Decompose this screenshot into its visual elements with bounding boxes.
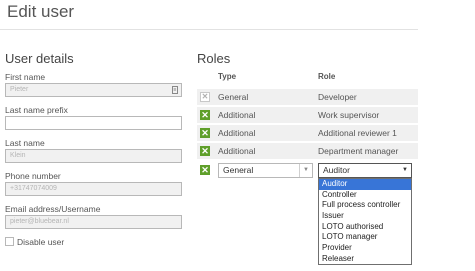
first-name-label: First name xyxy=(5,72,46,82)
user-details-section-title: User details xyxy=(5,51,74,66)
dropdown-option[interactable]: Full process controller xyxy=(319,200,411,211)
remove-x-icon[interactable]: ✕ xyxy=(200,165,210,175)
remove-x-icon: ✕ xyxy=(200,92,210,102)
remove-x-icon[interactable]: ✕ xyxy=(200,128,210,138)
email-field[interactable]: pieter@bluebear.nl xyxy=(5,215,182,229)
dropdown-option[interactable]: LOTO manager xyxy=(319,232,411,243)
dropdown-option[interactable]: Controller xyxy=(319,190,411,201)
first-name-field[interactable]: Pieter ≡ xyxy=(5,83,182,97)
last-name-prefix-label: Last name prefix xyxy=(5,105,68,115)
role-row: ✕ General Developer xyxy=(197,89,418,105)
role-row: ✕ Additional Department manager xyxy=(197,143,418,159)
email-value: pieter@bluebear.nl xyxy=(10,218,69,225)
remove-x-icon[interactable]: ✕ xyxy=(200,110,210,120)
dropdown-option[interactable]: Releaser xyxy=(319,254,411,265)
page-title: Edit user xyxy=(7,2,75,21)
phone-number-label: Phone number xyxy=(5,171,61,181)
role-type-select-value: General xyxy=(223,165,254,175)
last-name-label: Last name xyxy=(5,138,45,148)
last-name-field[interactable]: Klein xyxy=(5,149,182,163)
role-column-header: Role xyxy=(318,72,336,81)
disable-user-label: Disable user xyxy=(17,237,65,247)
disable-user-checkbox[interactable] xyxy=(5,237,14,246)
last-name-prefix-field[interactable] xyxy=(5,116,182,130)
role-type: General xyxy=(218,92,249,102)
role-name: Work supervisor xyxy=(318,110,380,120)
title-divider xyxy=(0,29,418,30)
chevron-down-icon[interactable]: ▼ xyxy=(299,164,312,177)
role-select[interactable]: Auditor ▼ xyxy=(318,163,412,178)
role-type: Additional xyxy=(218,110,256,120)
last-name-value: Klein xyxy=(10,152,26,159)
chevron-down-icon[interactable]: ▼ xyxy=(399,164,411,177)
email-label: Email address/Username xyxy=(5,204,101,214)
role-row: ✕ Additional Work supervisor xyxy=(197,107,418,123)
type-column-header: Type xyxy=(218,72,237,81)
dropdown-option[interactable]: LOTO authorised xyxy=(319,222,411,233)
roles-section-title: Roles xyxy=(197,51,231,66)
role-name: Developer xyxy=(318,92,357,102)
first-name-value: Pieter xyxy=(10,86,29,93)
role-dropdown-list[interactable]: Auditor Controller Full process controll… xyxy=(318,178,412,265)
role-select-value: Auditor xyxy=(323,165,350,175)
role-name: Department manager xyxy=(318,146,399,156)
role-type: Additional xyxy=(218,146,256,156)
role-type: Additional xyxy=(218,128,256,138)
remove-x-icon[interactable]: ✕ xyxy=(200,146,210,156)
role-name: Additional reviewer 1 xyxy=(318,128,397,138)
phone-number-value: +31747074009 xyxy=(10,185,57,192)
phone-number-field[interactable]: +31747074009 xyxy=(5,182,182,196)
dropdown-option[interactable]: Auditor xyxy=(319,179,411,190)
dropdown-option[interactable]: Issuer xyxy=(319,211,411,222)
role-row: ✕ Additional Additional reviewer 1 xyxy=(197,125,418,141)
dropdown-option[interactable]: Provider xyxy=(319,243,411,254)
role-type-select[interactable]: General ▼ xyxy=(218,163,313,178)
contact-card-icon[interactable]: ≡ xyxy=(172,86,178,94)
